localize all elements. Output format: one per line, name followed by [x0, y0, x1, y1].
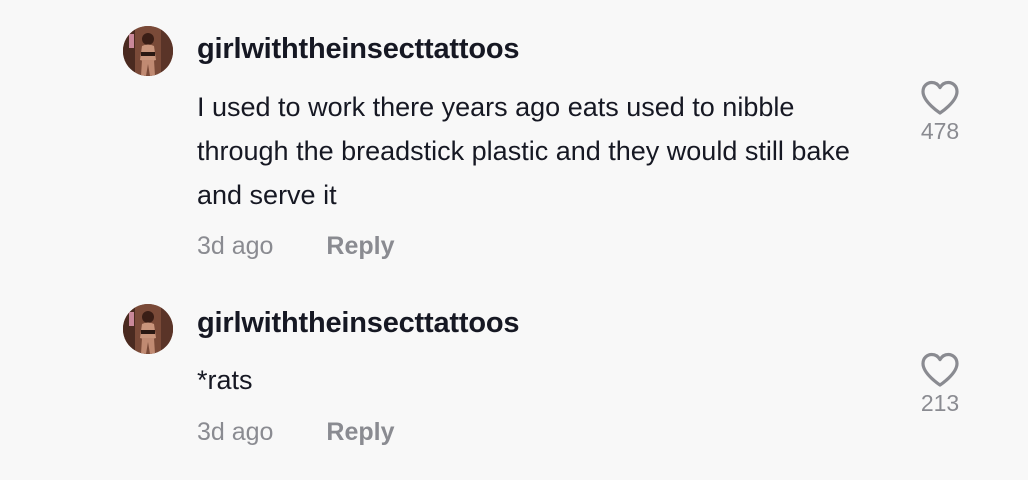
comment-item: girlwiththeinsecttattoos I used to work …	[0, 0, 1028, 280]
user-avatar[interactable]	[123, 26, 173, 76]
comment-text: I used to work there years ago eats used…	[197, 92, 850, 210]
reply-button[interactable]: Reply	[326, 418, 394, 447]
like-button[interactable]: 478	[912, 80, 968, 145]
heart-outline-icon	[921, 352, 959, 387]
comment-list: girlwiththeinsecttattoos I used to work …	[0, 0, 1028, 480]
like-count: 213	[920, 390, 960, 416]
comment-timestamp: 3d ago	[197, 232, 274, 260]
comment-timestamp: 3d ago	[197, 418, 274, 446]
comment-meta: 3d ago Reply	[197, 232, 395, 261]
heart-outline-icon	[921, 80, 959, 115]
like-count: 478	[920, 118, 960, 144]
like-button[interactable]: 213	[912, 352, 968, 417]
comment-text: *rats	[197, 365, 253, 395]
comment-username[interactable]: girlwiththeinsecttattoos	[197, 33, 519, 66]
reply-button[interactable]: Reply	[326, 232, 394, 261]
comment-meta: 3d ago Reply	[197, 418, 395, 447]
avatar-photo-icon	[123, 26, 173, 76]
user-avatar[interactable]	[123, 304, 173, 354]
avatar-photo-icon	[123, 304, 173, 354]
comment-username[interactable]: girlwiththeinsecttattoos	[197, 307, 519, 340]
comment-item: girlwiththeinsecttattoos *rats 3d ago Re…	[0, 280, 1028, 480]
